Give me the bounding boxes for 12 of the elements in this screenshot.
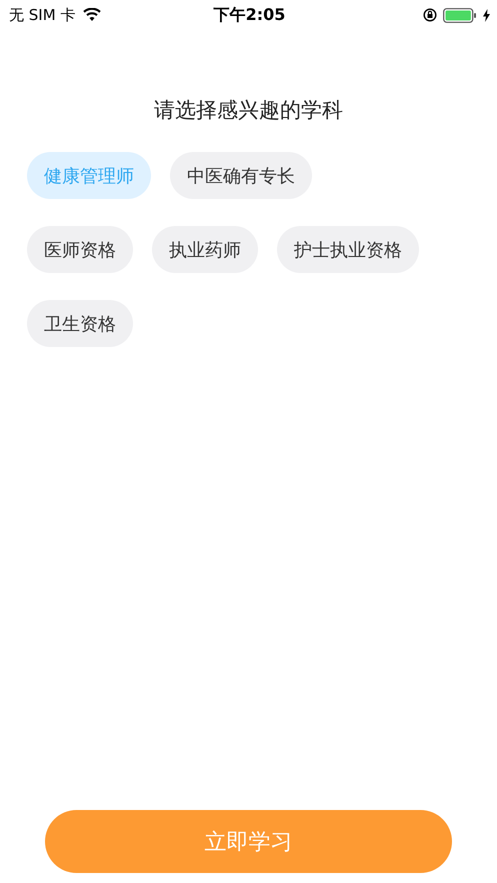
subject-chip[interactable]: 执业药师 [152,226,258,273]
subject-chip[interactable]: 医师资格 [27,226,133,273]
battery-icon [443,8,478,22]
rotation-lock-icon [423,8,438,22]
page-title: 请选择感兴趣的学科 [153,97,344,124]
carrier-name: 无 SIM 卡 [9,6,76,24]
subject-chip[interactable]: 卫生资格 [27,300,133,347]
subject-chip[interactable]: 中医确有专长 [170,152,312,199]
clock-time: 下午2:05 [214,4,286,26]
charging-bolt-icon [483,8,490,22]
subject-chip[interactable]: 护士执业资格 [277,226,419,273]
wifi-icon [83,8,102,22]
